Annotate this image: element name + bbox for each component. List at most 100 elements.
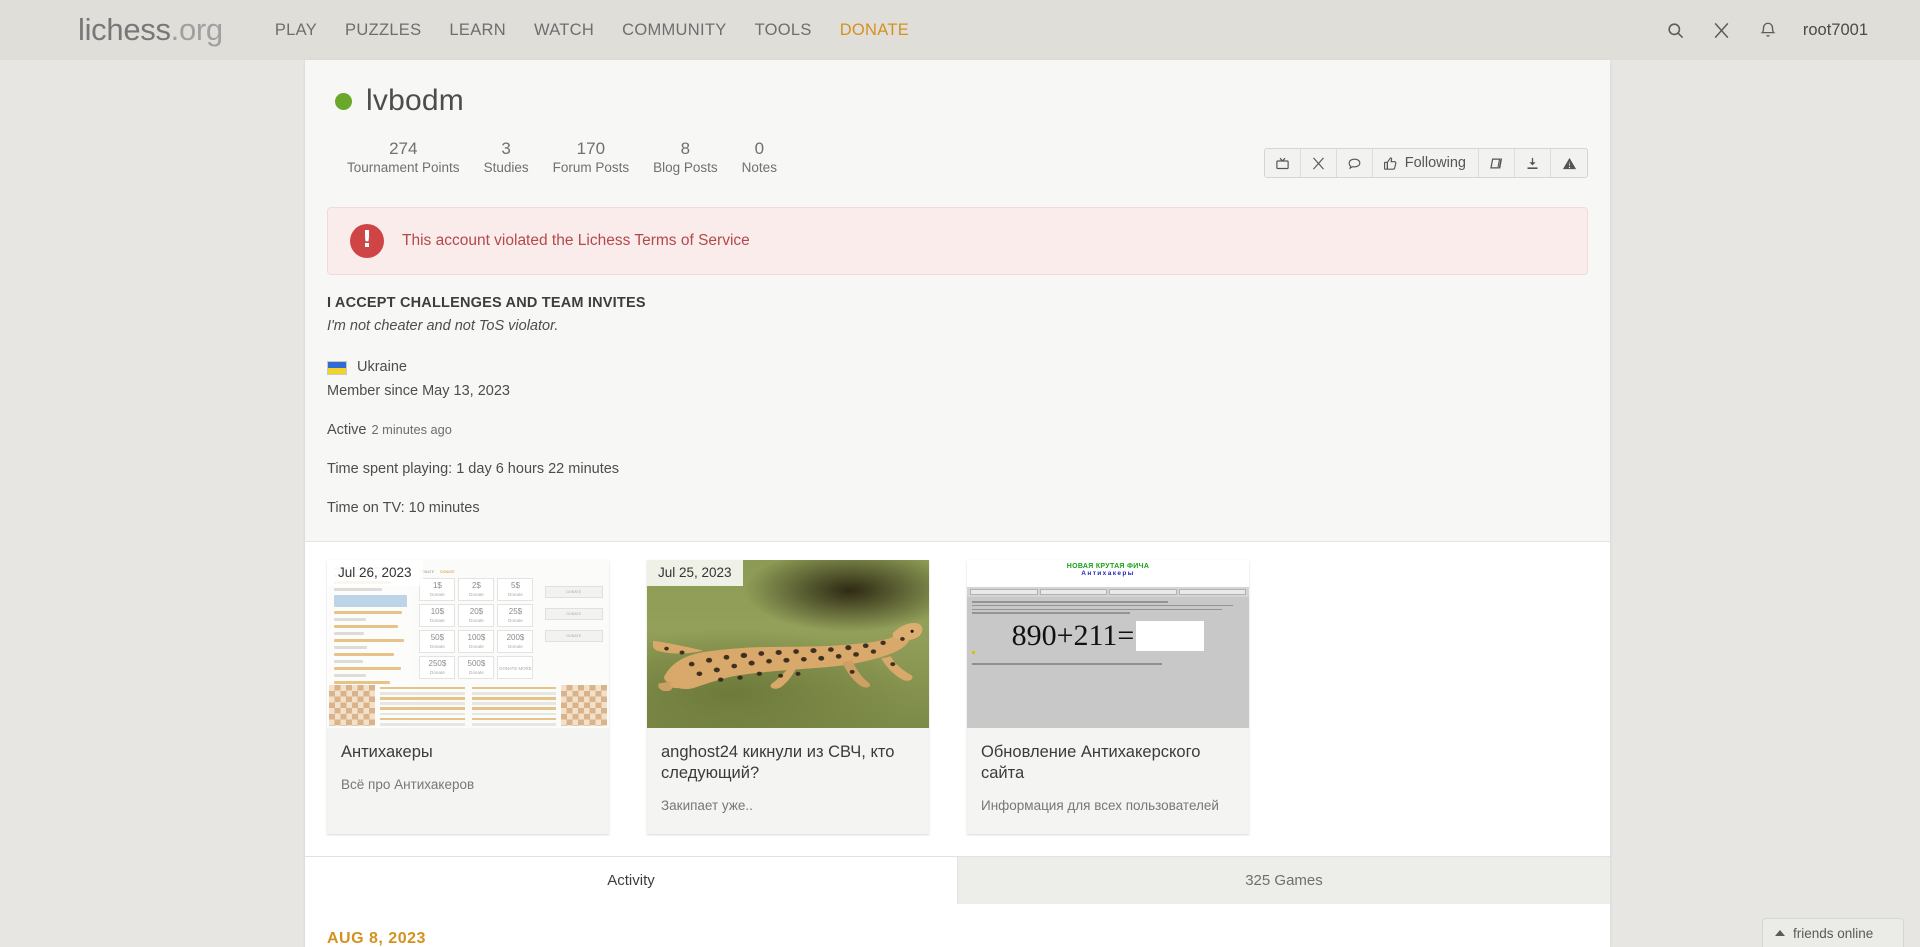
blog-card-thumbnail: Jul 25, 2023 (647, 560, 929, 729)
stat-tournament-points[interactable]: 274 Tournament Points (335, 138, 472, 177)
donate-option[interactable]: 1$ Donate (419, 578, 456, 602)
thumbnail-board-row (327, 683, 609, 728)
nav-item-learn[interactable]: LEARN (435, 21, 520, 40)
donate-amount: 5$ (511, 581, 520, 591)
donate-amount: 100$ (467, 633, 486, 643)
download-icon[interactable] (1515, 149, 1551, 177)
tos-banner-text: This account violated the Lichess Terms … (402, 231, 750, 249)
watch-tv-button[interactable] (1265, 149, 1301, 177)
blog-card-thumbnail: Jul 26, 2023 DONATE DONATE 1$ Donate 2$ … (327, 560, 610, 729)
cheetah-illustration (652, 622, 922, 691)
donate-button[interactable]: DONATE (544, 608, 603, 621)
site-logo[interactable]: lichess.org (78, 12, 223, 48)
stat-blog-posts[interactable]: 8 Blog Posts (641, 138, 730, 177)
trophy-donors-list (470, 685, 559, 726)
brand-tld: .org (170, 12, 224, 47)
profile-action-buttons: Following (1263, 148, 1588, 178)
profile-tabs: Activity 325 Games (305, 856, 1610, 905)
follow-button[interactable]: Following (1373, 149, 1479, 177)
site-select[interactable] (1039, 589, 1107, 596)
donate-option[interactable]: 100$ Donate (458, 630, 495, 654)
stat-studies[interactable]: 3 Studies (472, 138, 541, 177)
donate-option[interactable]: 500$ Donate (458, 656, 495, 680)
activity-date-heading: AUG 8, 2023 (327, 930, 426, 947)
tab-activity[interactable]: Activity (305, 857, 958, 905)
current-user-menu[interactable]: root7001 (1791, 21, 1884, 40)
stat-notes[interactable]: 0 Notes (730, 138, 789, 177)
stat-forum-posts[interactable]: 170 Forum Posts (541, 138, 642, 177)
username-row: lvbodm (325, 84, 1590, 118)
nav-item-community[interactable]: COMMUNITY (608, 21, 740, 40)
nav-item-tools[interactable]: TOOLS (741, 21, 826, 40)
book-icon[interactable] (1479, 149, 1515, 177)
site-stats-line (967, 657, 1249, 665)
donate-option[interactable]: 50$ Donate (419, 630, 456, 654)
blog-card-title: Антихакеры (341, 743, 433, 762)
donate-option[interactable]: 200$ Donate (497, 630, 534, 654)
donate-buttons-column: DONATE DONATE DONATE (539, 560, 610, 681)
time-on-tv: Time on TV: 10 minutes (327, 500, 480, 517)
donate-sublabel: Donate (469, 670, 484, 676)
stat-label: Notes (741, 160, 777, 176)
donate-button[interactable]: DONATE (544, 630, 603, 643)
site-select[interactable] (1109, 589, 1177, 596)
blog-card-description: Информация для всех пользователей (981, 798, 1219, 814)
donate-option[interactable]: 10$ Donate (419, 604, 456, 628)
stat-label: Tournament Points (347, 160, 460, 176)
donate-option[interactable]: 5$ Donate (497, 578, 534, 602)
blog-card-date: Jul 25, 2023 (647, 560, 743, 587)
blog-card-description: Всё про Антихакеров (341, 777, 475, 793)
site-select[interactable] (970, 589, 1038, 596)
donate-amount: 1$ (432, 581, 442, 591)
profile-info: Ukraine Member since May 13, 2023 Active… (327, 357, 1588, 519)
search-icon[interactable] (1653, 7, 1699, 53)
nav-item-donate[interactable]: DONATE (826, 21, 923, 40)
donate-amount: 20$ (469, 607, 484, 617)
bio-title: I ACCEPT CHALLENGES AND TEAM INVITES (327, 294, 646, 311)
blog-cards: Jul 26, 2023 DONATE DONATE 1$ Donate 2$ … (305, 541, 1610, 857)
blog-card-body: anghost24 кикнули из СВЧ, кто следующий?… (647, 728, 929, 834)
donors-list (378, 685, 467, 726)
blog-card[interactable]: Jul 25, 2023 anghost24 кикнули из СВЧ, к… (647, 560, 929, 835)
site-select[interactable] (1178, 589, 1246, 596)
member-since: Member since May 13, 2023 (327, 383, 510, 400)
donate-tabs: DONATE DONATE (419, 570, 455, 575)
header-actions: root7001 (1653, 7, 1884, 53)
profile-header: lvbodm 274 Tournament Points 3 Studies 1… (305, 60, 1610, 178)
donate-option[interactable]: 2$ Donate (458, 578, 495, 602)
active-label: Active (327, 422, 367, 439)
site-paragraph (967, 597, 1249, 615)
exclamation-circle-icon: ! (350, 223, 384, 258)
donate-more-label: DONATE MORE (499, 666, 532, 672)
donate-option[interactable]: 250$ Donate (419, 656, 456, 680)
exclamation-glyph: ! (361, 227, 373, 254)
donate-more-option[interactable]: DONATE MORE (497, 656, 534, 680)
message-button[interactable] (1337, 149, 1373, 177)
nav-item-play[interactable]: PLAY (261, 21, 331, 40)
nav-item-puzzles[interactable]: PUZZLES (331, 21, 435, 40)
donate-amount-grid: DONATE DONATE 1$ Donate 2$ Donate 5$ Don… (414, 560, 538, 691)
donate-sublabel: Donate (430, 592, 445, 598)
challenge-button[interactable] (1301, 149, 1337, 177)
bell-icon[interactable] (1745, 7, 1791, 53)
donate-amount: 10$ (430, 607, 445, 617)
report-warning-icon[interactable] (1551, 149, 1587, 177)
status-square-icon (972, 651, 975, 655)
donate-button[interactable]: DONATE (544, 586, 603, 599)
blog-card[interactable]: НОВАЯ КРУТАЯ ФИЧА Антихакеры 890+211= Об… (967, 560, 1249, 835)
friends-online-box[interactable]: friends online (1762, 918, 1904, 947)
nav-item-watch[interactable]: WATCH (520, 21, 608, 40)
math-equation: 890+211= (1011, 619, 1135, 653)
crossed-swords-icon[interactable] (1699, 7, 1745, 53)
blog-card-title: Обновление Антихакерского сайта (981, 743, 1201, 783)
donate-option[interactable]: 25$ Donate (497, 604, 534, 628)
country-row: Ukraine (327, 357, 1588, 378)
blog-card[interactable]: Jul 26, 2023 DONATE DONATE 1$ Donate 2$ … (327, 560, 610, 835)
last-active-row: Active 2 minutes ago (327, 420, 1588, 441)
answer-input[interactable] (1136, 621, 1205, 652)
blog-card-body: Обновление Антихакерского сайта Информац… (967, 728, 1249, 834)
donate-amount: 50$ (430, 633, 445, 643)
page-title[interactable]: lvbodm (366, 84, 464, 118)
donate-option[interactable]: 20$ Donate (458, 604, 495, 628)
tab-games[interactable]: 325 Games (958, 857, 1610, 904)
